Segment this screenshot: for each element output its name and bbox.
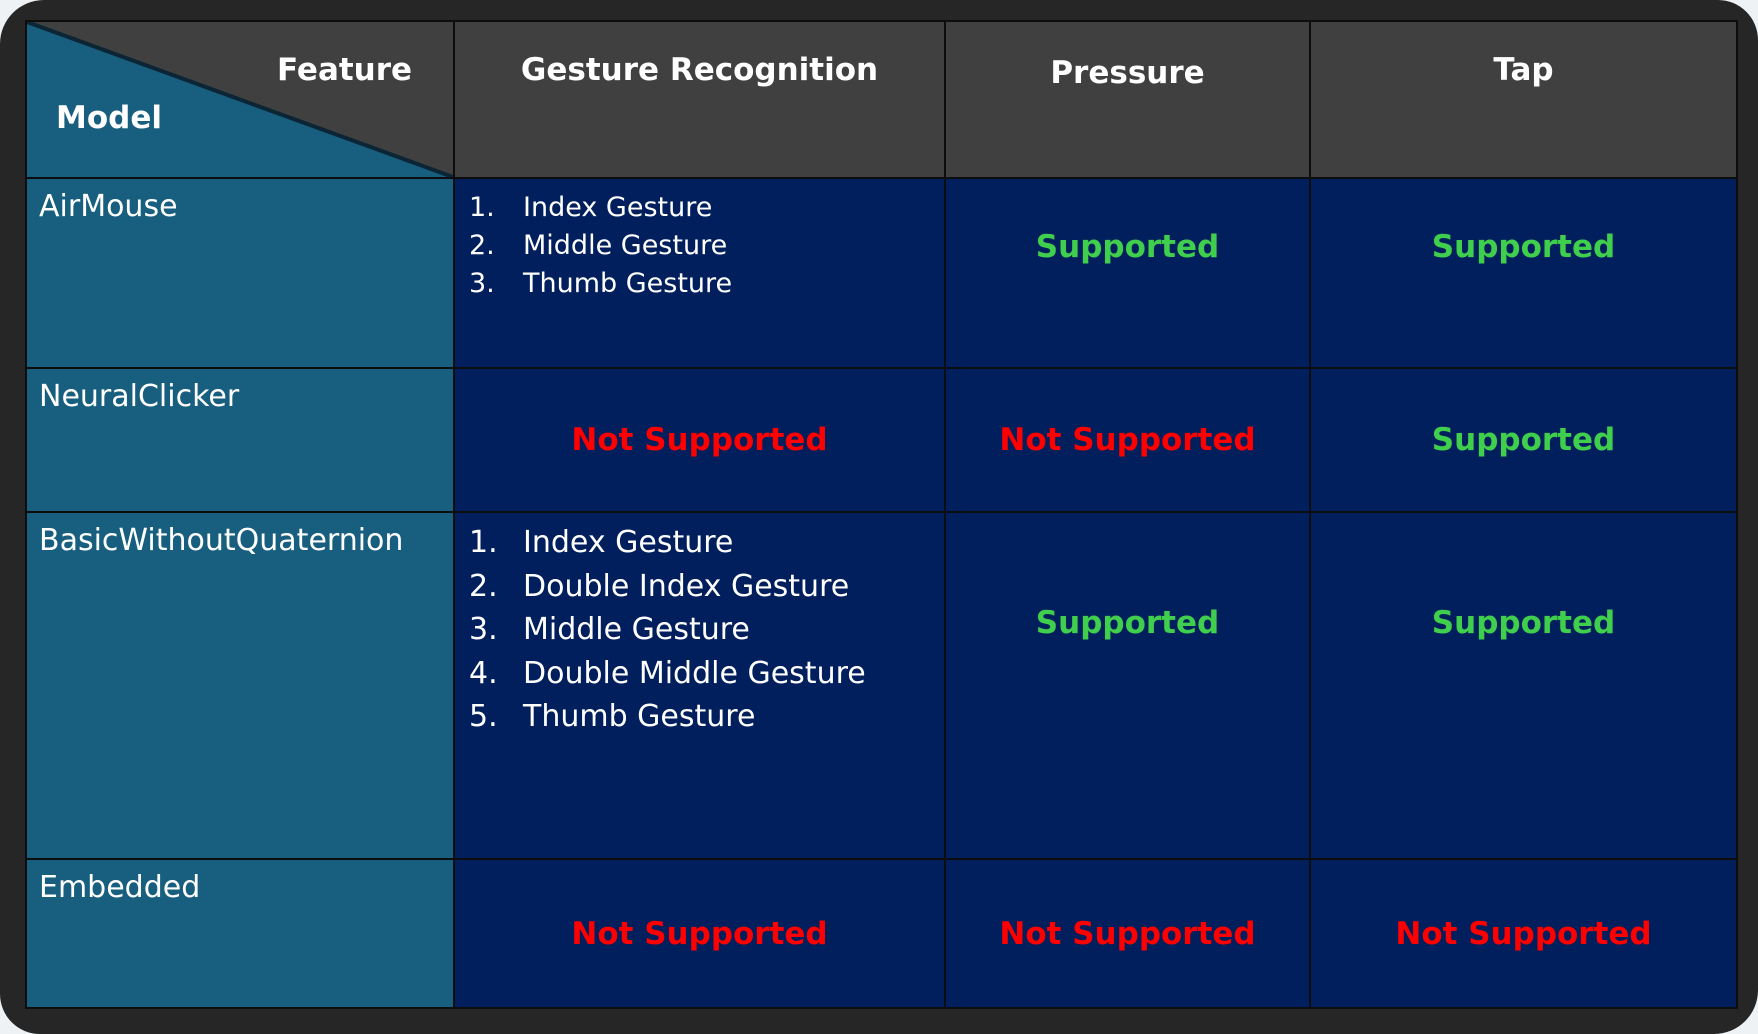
list-item: 2. Double Index Gesture [469, 568, 850, 604]
list-item: 1. Index Gesture [469, 525, 734, 560]
model-cell: NeuralClicker [25, 367, 455, 513]
tap-status: Supported [1309, 511, 1738, 860]
tap-status: Supported [1309, 177, 1738, 369]
gesture-list-cell: 1. Index Gesture 2. Middle Gesture 3. Thumb… [453, 177, 946, 369]
corner-feature-label: Feature [277, 52, 413, 88]
tap-status: Not Supported [1309, 858, 1738, 1009]
gesture-status: Not Supported [453, 858, 946, 1009]
gesture-list: 1. Index Gesture 2. Double Index Gesture 3… [469, 521, 944, 739]
list-item: 5. Thumb Gesture [469, 699, 756, 734]
column-header-pressure: Pressure [944, 20, 1311, 179]
column-header-gesture: Gesture Recognition [453, 20, 946, 179]
list-item: 4. Double Middle Gesture [469, 655, 866, 691]
tap-status: Supported [1309, 367, 1738, 513]
gesture-status: Not Supported [453, 367, 946, 513]
model-cell: AirMouse [25, 177, 455, 369]
list-item: 3. Thumb Gesture [469, 268, 733, 299]
pressure-status: Supported [944, 511, 1311, 860]
corner-model-label: Model [56, 100, 162, 136]
list-item: 2. Middle Gesture [469, 230, 728, 261]
gesture-list-cell: 1. Index Gesture 2. Double Index Gesture 3… [453, 511, 946, 860]
list-item: 3. Middle Gesture [469, 612, 750, 647]
gesture-list: 1. Index Gesture 2. Middle Gesture 3. Thumb… [469, 189, 944, 303]
feature-table: Feature Model Gesture Recognition Pressu… [25, 20, 1738, 1009]
model-cell: Embedded [25, 858, 455, 1009]
list-item: 1. Index Gesture [469, 192, 713, 223]
model-cell: BasicWithoutQuaternion [25, 511, 455, 860]
corner-header-cell: Feature Model [25, 20, 455, 179]
pressure-status: Not Supported [944, 858, 1311, 1009]
pressure-status: Not Supported [944, 367, 1311, 513]
pressure-status: Supported [944, 177, 1311, 369]
column-header-tap: Tap [1309, 20, 1738, 179]
